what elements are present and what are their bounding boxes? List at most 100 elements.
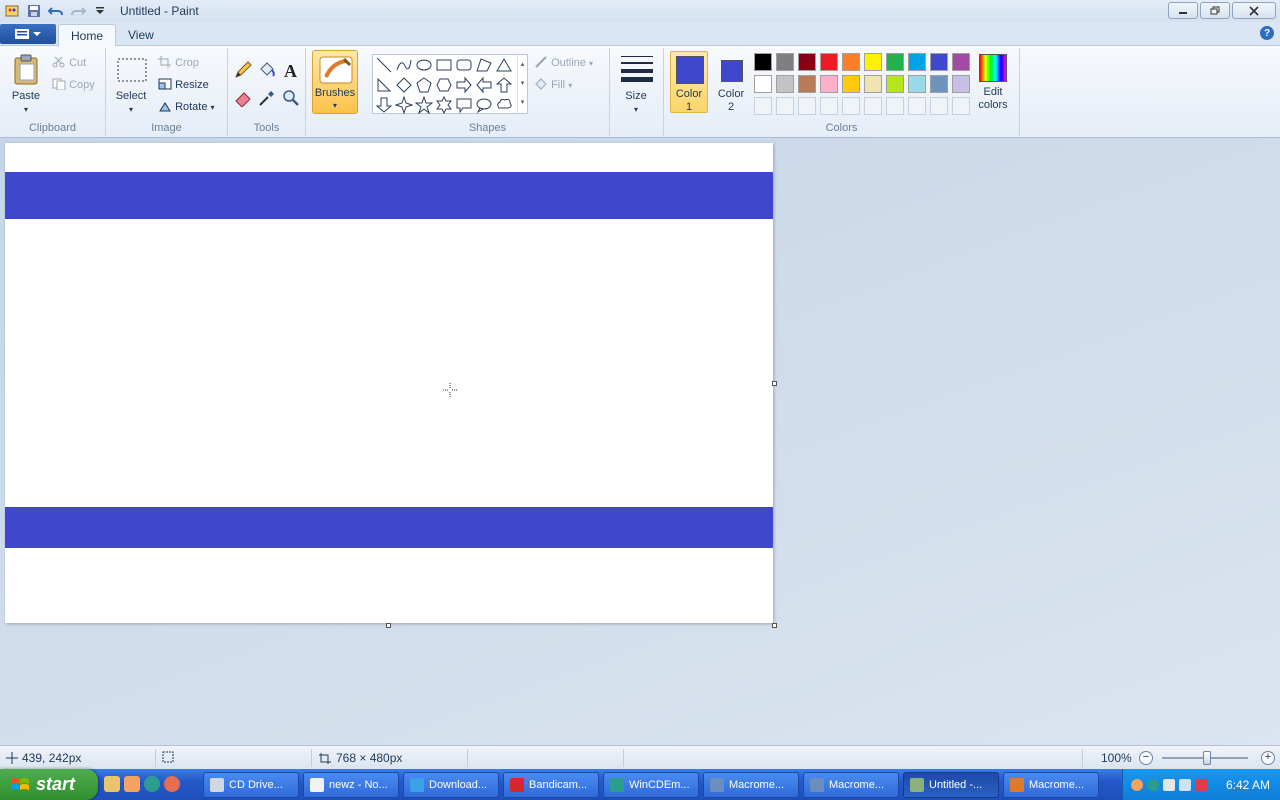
- rectangle-shape-icon[interactable]: [435, 56, 453, 74]
- line-shape-icon[interactable]: [375, 56, 393, 74]
- taskbar-task[interactable]: newz - No...: [303, 772, 399, 798]
- palette-swatch[interactable]: [842, 53, 860, 71]
- tab-home[interactable]: Home: [58, 24, 117, 46]
- palette-swatch[interactable]: [842, 75, 860, 93]
- palette-custom-slot[interactable]: [864, 97, 882, 115]
- taskbar-task[interactable]: CD Drive...: [203, 772, 299, 798]
- palette-custom-slot[interactable]: [842, 97, 860, 115]
- hexagon-shape-icon[interactable]: [435, 76, 453, 94]
- resize-handle-right[interactable]: [772, 381, 777, 386]
- taskbar-task[interactable]: Macrome...: [703, 772, 799, 798]
- shapes-gallery[interactable]: ▴ ▾ ▾: [372, 54, 528, 114]
- outline-button[interactable]: Outline ▾: [534, 56, 593, 69]
- firefox-icon[interactable]: [164, 776, 180, 792]
- taskbar-task[interactable]: Bandicam...: [503, 772, 599, 798]
- palette-swatch[interactable]: [952, 75, 970, 93]
- canvas-workspace[interactable]: [0, 138, 1280, 745]
- color2-button[interactable]: Color 2: [712, 51, 750, 113]
- minimize-button[interactable]: [1168, 2, 1198, 19]
- palette-swatch[interactable]: [754, 75, 772, 93]
- resize-handle-bottom[interactable]: [386, 623, 391, 628]
- down-arrow-shape-icon[interactable]: [375, 96, 393, 114]
- palette-custom-slot[interactable]: [908, 97, 926, 115]
- cloud-callout-shape-icon[interactable]: [495, 96, 513, 114]
- triangle-shape-icon[interactable]: [495, 56, 513, 74]
- four-point-star-shape-icon[interactable]: [395, 96, 413, 114]
- media-player-icon[interactable]: [124, 776, 140, 792]
- palette-custom-slot[interactable]: [952, 97, 970, 115]
- oval-shape-icon[interactable]: [415, 56, 433, 74]
- copy-button[interactable]: Copy: [52, 78, 95, 91]
- taskbar-task[interactable]: WinCDEm...: [603, 772, 699, 798]
- folder-icon[interactable]: [104, 776, 120, 792]
- palette-custom-slot[interactable]: [776, 97, 794, 115]
- color1-button[interactable]: Color 1: [670, 51, 708, 113]
- fill-bucket-icon[interactable]: [257, 60, 277, 80]
- five-point-star-shape-icon[interactable]: [415, 96, 433, 114]
- search-tray-icon[interactable]: [1131, 778, 1143, 791]
- select-icon[interactable]: [116, 56, 148, 84]
- palette-swatch[interactable]: [930, 75, 948, 93]
- shapes-scroll[interactable]: ▴ ▾ ▾: [517, 55, 527, 113]
- close-button[interactable]: [1232, 2, 1276, 19]
- save-icon[interactable]: [24, 2, 44, 20]
- palette-custom-slot[interactable]: [930, 97, 948, 115]
- text-tool-icon[interactable]: A: [281, 60, 301, 80]
- start-button[interactable]: start: [0, 769, 98, 800]
- eraser-icon[interactable]: [233, 88, 253, 108]
- palette-swatch[interactable]: [908, 75, 926, 93]
- help-icon[interactable]: ?: [1260, 26, 1274, 40]
- drawing-canvas[interactable]: [5, 143, 773, 623]
- customize-toolbar-icon[interactable]: [90, 2, 110, 20]
- network-tray-icon[interactable]: [1179, 778, 1191, 791]
- left-arrow-shape-icon[interactable]: [475, 76, 493, 94]
- palette-swatch[interactable]: [776, 53, 794, 71]
- six-point-star-shape-icon[interactable]: [435, 96, 453, 114]
- palette-custom-slot[interactable]: [820, 97, 838, 115]
- undo-icon[interactable]: [46, 2, 66, 20]
- palette-swatch[interactable]: [798, 75, 816, 93]
- palette-swatch[interactable]: [798, 53, 816, 71]
- status-tray-icon[interactable]: [1147, 778, 1159, 791]
- palette-swatch[interactable]: [754, 53, 772, 71]
- paste-icon[interactable]: [12, 54, 42, 86]
- taskbar-task[interactable]: Download...: [403, 772, 499, 798]
- paint-menu-button[interactable]: [0, 24, 56, 44]
- palette-swatch[interactable]: [776, 75, 794, 93]
- oval-callout-shape-icon[interactable]: [475, 96, 493, 114]
- palette-swatch[interactable]: [864, 75, 882, 93]
- select-button[interactable]: Select ▾: [112, 90, 150, 116]
- paste-button[interactable]: Paste ▾: [6, 90, 46, 116]
- resize-button[interactable]: Resize: [158, 78, 209, 91]
- palette-swatch[interactable]: [820, 75, 838, 93]
- resize-handle-corner[interactable]: [772, 623, 777, 628]
- rotate-button[interactable]: Rotate ▾: [158, 100, 215, 113]
- color-picker-icon[interactable]: [257, 88, 277, 108]
- curve-shape-icon[interactable]: [395, 56, 413, 74]
- cut-button[interactable]: Cut: [52, 56, 86, 69]
- tab-view[interactable]: View: [116, 24, 166, 46]
- pentagon-shape-icon[interactable]: [415, 76, 433, 94]
- right-triangle-shape-icon[interactable]: [375, 76, 393, 94]
- up-arrow-shape-icon[interactable]: [495, 76, 513, 94]
- crop-button[interactable]: Crop: [158, 56, 199, 69]
- zoom-out-button[interactable]: −: [1139, 751, 1153, 765]
- taskbar-task[interactable]: Untitled -...: [903, 772, 999, 798]
- palette-custom-slot[interactable]: [798, 97, 816, 115]
- pencil-icon[interactable]: [233, 60, 253, 80]
- taskbar-task[interactable]: Macrome...: [803, 772, 899, 798]
- messenger-icon[interactable]: [144, 776, 160, 792]
- size-icon[interactable]: [620, 54, 654, 82]
- restore-button[interactable]: [1200, 2, 1230, 19]
- palette-custom-slot[interactable]: [886, 97, 904, 115]
- diamond-shape-icon[interactable]: [395, 76, 413, 94]
- zoom-in-button[interactable]: +: [1261, 751, 1275, 765]
- right-arrow-shape-icon[interactable]: [455, 76, 473, 94]
- volume-muted-tray-icon[interactable]: [1195, 778, 1207, 791]
- palette-swatch[interactable]: [820, 53, 838, 71]
- palette-swatch[interactable]: [952, 53, 970, 71]
- brushes-button[interactable]: Brushes ▾: [312, 50, 358, 114]
- rounded-rectangle-shape-icon[interactable]: [455, 56, 473, 74]
- size-button[interactable]: Size ▾: [610, 90, 662, 116]
- edit-colors-button[interactable]: Edit colors: [976, 54, 1010, 116]
